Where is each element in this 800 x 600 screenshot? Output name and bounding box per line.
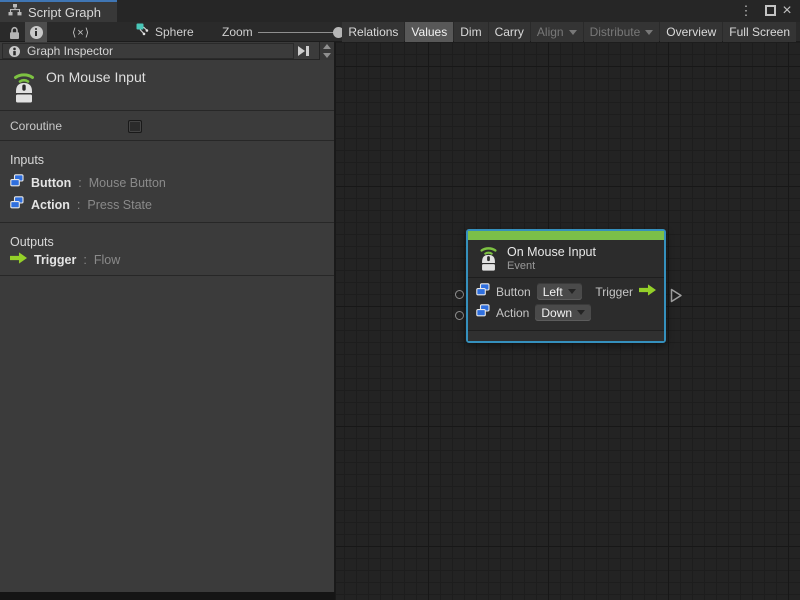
value-port-icon[interactable] (476, 283, 490, 301)
trigger-port-label: Trigger (595, 285, 633, 299)
scroll-up-icon[interactable] (323, 44, 331, 49)
info-icon (30, 26, 43, 39)
flow-arrow-icon[interactable] (639, 283, 656, 301)
panel-bottom-gap (0, 592, 335, 600)
input-port-row: Button : Mouse Button (10, 175, 166, 191)
inputs-section: Inputs Button : Mouse Button Action : Pr… (0, 141, 334, 223)
input-port-circle[interactable] (455, 290, 464, 299)
value-port-icon[interactable] (476, 304, 490, 322)
align-dropdown-button: Align (531, 22, 583, 42)
coroutine-checkbox[interactable] (128, 120, 142, 133)
zoom-label: Zoom (222, 22, 253, 42)
inspector-header: Graph Inspector (0, 42, 334, 60)
graph-inspector-panel: Graph Inspector On Mouse Input Coroutine (0, 42, 335, 592)
code-view-button[interactable]: ⟨×⟩ (58, 22, 104, 42)
graph-canvas[interactable]: On Mouse Input Event Button Left Tri (336, 42, 800, 600)
node-port-row-button: Button Left Trigger (476, 281, 656, 302)
button-value-dropdown[interactable]: Left (537, 283, 582, 300)
action-port-label: Action (496, 306, 529, 320)
node-body: Button Left Trigger (468, 278, 664, 323)
mouse-input-icon (478, 242, 499, 276)
script-graph-icon (8, 3, 22, 21)
collapse-arrow-icon (298, 46, 305, 56)
input-port-circle[interactable] (455, 311, 464, 320)
inspector-title: Graph Inspector (27, 44, 113, 58)
close-icon[interactable]: × (779, 0, 795, 22)
inputs-title: Inputs (10, 153, 44, 167)
node-port-row-action: Action Down (476, 302, 656, 323)
distribute-dropdown-button: Distribute (584, 22, 660, 42)
graph-breadcrumb[interactable]: Sphere (136, 22, 194, 42)
toolbar-button-group: Relations Values Dim Carry Align Distrib… (342, 22, 796, 42)
window-menu-icon[interactable]: ⋮ (738, 0, 754, 22)
input-port-row: Action : Press State (10, 197, 152, 213)
toolbar: ⟨×⟩ Sphere Zoom 1x Relations Values Dim … (0, 22, 800, 42)
node-header[interactable]: On Mouse Input Event (468, 240, 664, 278)
maximize-icon[interactable] (765, 5, 776, 16)
node-title: On Mouse Input (507, 245, 596, 259)
values-button[interactable]: Values (405, 22, 453, 42)
inspector-title-box: Graph Inspector (2, 43, 294, 59)
tab-script-graph[interactable]: Script Graph (0, 0, 117, 22)
zoom-slider-track[interactable] (258, 32, 342, 33)
flow-arrow-icon (10, 251, 27, 269)
tab-strip: Script Graph ⋮ × (0, 0, 800, 22)
panel-scroll-buttons[interactable] (319, 42, 334, 60)
button-port-label: Button (496, 285, 531, 299)
graph-node-icon (136, 23, 149, 41)
value-port-icon (10, 174, 24, 192)
coroutine-row: Coroutine (0, 111, 334, 141)
chevron-down-icon (645, 30, 653, 35)
tab-label: Script Graph (28, 5, 101, 20)
carry-button[interactable]: Carry (489, 22, 530, 42)
mouse-input-icon (11, 67, 37, 108)
info-icon (9, 45, 20, 56)
unit-title: On Mouse Input (46, 69, 146, 85)
on-mouse-input-node[interactable]: On Mouse Input Event Button Left Tri (466, 229, 666, 343)
node-subtitle: Event (507, 260, 596, 272)
node-footer (468, 330, 664, 341)
scroll-down-icon[interactable] (323, 53, 331, 58)
output-port-row: Trigger : Flow (10, 252, 120, 268)
action-value-dropdown[interactable]: Down (535, 304, 591, 321)
value-port-icon (10, 196, 24, 214)
outputs-section: Outputs Trigger : Flow (0, 223, 334, 276)
full-screen-button[interactable]: Full Screen (723, 22, 796, 42)
inspector-toggle-button[interactable] (25, 22, 47, 42)
unit-header-block: On Mouse Input (0, 60, 334, 111)
panel-collapse-button[interactable] (292, 43, 314, 59)
chevron-down-icon (577, 310, 585, 315)
coroutine-label: Coroutine (10, 119, 62, 133)
outputs-title: Outputs (10, 235, 54, 249)
relations-button[interactable]: Relations (342, 22, 404, 42)
overview-button[interactable]: Overview (660, 22, 722, 42)
dim-button[interactable]: Dim (454, 22, 487, 42)
output-port-triangle[interactable] (670, 288, 683, 308)
graph-name-label: Sphere (155, 25, 194, 39)
node-color-bar (468, 231, 664, 240)
chevron-down-icon (568, 289, 576, 294)
chevron-down-icon (569, 30, 577, 35)
